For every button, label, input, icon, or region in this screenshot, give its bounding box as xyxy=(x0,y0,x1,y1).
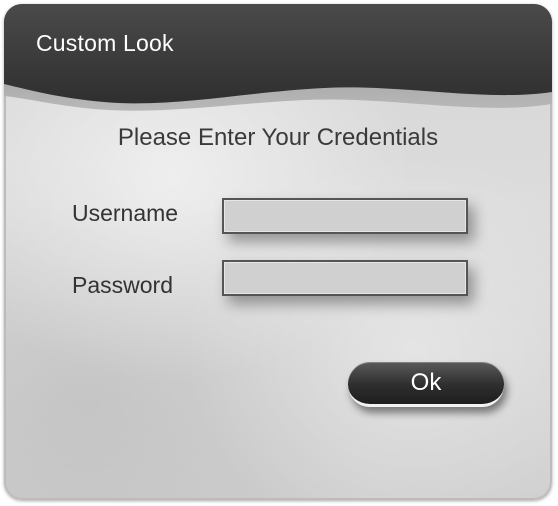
password-label: Password xyxy=(72,272,173,298)
header-banner xyxy=(4,4,552,111)
credentials-prompt: Please Enter Your Credentials xyxy=(117,124,439,151)
password-input[interactable] xyxy=(222,260,468,296)
username-label: Username xyxy=(72,200,179,226)
ok-button[interactable]: Ok xyxy=(348,362,504,407)
username-input[interactable] xyxy=(222,198,468,234)
window-title: Custom Look xyxy=(36,30,174,56)
ok-button-label: Ok xyxy=(410,369,442,396)
login-dialog: Custom Look Please Enter Your Credential… xyxy=(4,4,552,500)
